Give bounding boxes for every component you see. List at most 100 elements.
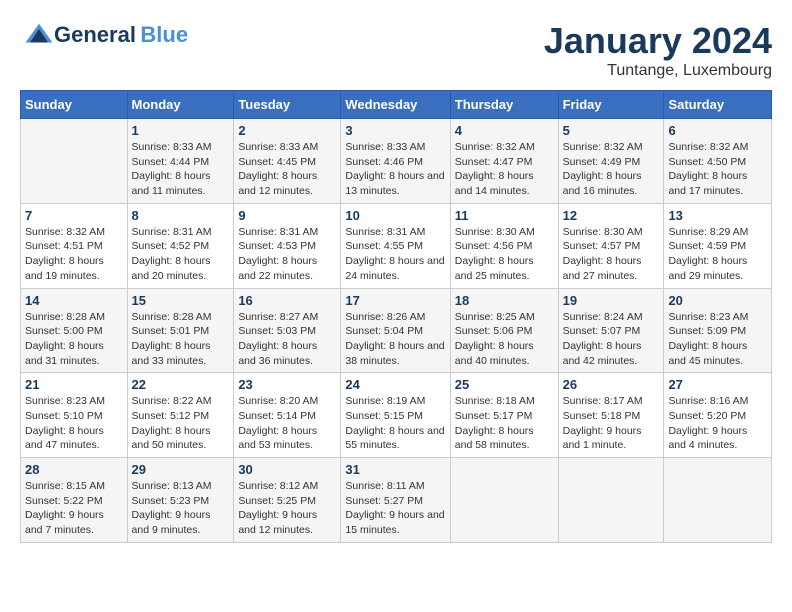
day-info: Sunrise: 8:12 AMSunset: 5:25 PMDaylight:…	[238, 479, 336, 538]
col-wednesday: Wednesday	[341, 91, 450, 119]
logo-icon	[24, 20, 54, 50]
day-number: 15	[132, 293, 230, 308]
day-info: Sunrise: 8:22 AMSunset: 5:12 PMDaylight:…	[132, 394, 230, 453]
day-number: 29	[132, 462, 230, 477]
logo: General Blue	[20, 20, 188, 50]
col-sunday: Sunday	[21, 91, 128, 119]
day-number: 1	[132, 123, 230, 138]
day-info: Sunrise: 8:31 AMSunset: 4:55 PMDaylight:…	[345, 225, 445, 284]
col-monday: Monday	[127, 91, 234, 119]
calendar-cell: 6 Sunrise: 8:32 AMSunset: 4:50 PMDayligh…	[664, 119, 772, 204]
calendar-cell: 25 Sunrise: 8:18 AMSunset: 5:17 PMDaylig…	[450, 373, 558, 458]
day-info: Sunrise: 8:32 AMSunset: 4:50 PMDaylight:…	[668, 140, 767, 199]
calendar-cell: 1 Sunrise: 8:33 AMSunset: 4:44 PMDayligh…	[127, 119, 234, 204]
calendar-cell: 19 Sunrise: 8:24 AMSunset: 5:07 PMDaylig…	[558, 288, 664, 373]
day-number: 28	[25, 462, 123, 477]
calendar-cell: 26 Sunrise: 8:17 AMSunset: 5:18 PMDaylig…	[558, 373, 664, 458]
day-info: Sunrise: 8:18 AMSunset: 5:17 PMDaylight:…	[455, 394, 554, 453]
calendar-cell: 17 Sunrise: 8:26 AMSunset: 5:04 PMDaylig…	[341, 288, 450, 373]
calendar-cell: 5 Sunrise: 8:32 AMSunset: 4:49 PMDayligh…	[558, 119, 664, 204]
day-number: 11	[455, 208, 554, 223]
calendar-cell: 7 Sunrise: 8:32 AMSunset: 4:51 PMDayligh…	[21, 203, 128, 288]
col-saturday: Saturday	[664, 91, 772, 119]
location: Tuntange, Luxembourg	[544, 62, 772, 80]
day-number: 5	[563, 123, 660, 138]
day-number: 12	[563, 208, 660, 223]
day-info: Sunrise: 8:28 AMSunset: 5:00 PMDaylight:…	[25, 310, 123, 369]
day-number: 10	[345, 208, 445, 223]
day-info: Sunrise: 8:30 AMSunset: 4:57 PMDaylight:…	[563, 225, 660, 284]
day-number: 16	[238, 293, 336, 308]
day-info: Sunrise: 8:17 AMSunset: 5:18 PMDaylight:…	[563, 394, 660, 453]
calendar-cell	[664, 458, 772, 543]
day-info: Sunrise: 8:15 AMSunset: 5:22 PMDaylight:…	[25, 479, 123, 538]
calendar-cell: 2 Sunrise: 8:33 AMSunset: 4:45 PMDayligh…	[234, 119, 341, 204]
week-row-5: 28 Sunrise: 8:15 AMSunset: 5:22 PMDaylig…	[21, 458, 772, 543]
day-number: 6	[668, 123, 767, 138]
col-friday: Friday	[558, 91, 664, 119]
calendar-cell: 30 Sunrise: 8:12 AMSunset: 5:25 PMDaylig…	[234, 458, 341, 543]
day-number: 17	[345, 293, 445, 308]
day-info: Sunrise: 8:30 AMSunset: 4:56 PMDaylight:…	[455, 225, 554, 284]
day-number: 8	[132, 208, 230, 223]
day-number: 27	[668, 377, 767, 392]
day-number: 4	[455, 123, 554, 138]
day-info: Sunrise: 8:33 AMSunset: 4:44 PMDaylight:…	[132, 140, 230, 199]
calendar-cell: 16 Sunrise: 8:27 AMSunset: 5:03 PMDaylig…	[234, 288, 341, 373]
day-number: 31	[345, 462, 445, 477]
calendar-cell: 29 Sunrise: 8:13 AMSunset: 5:23 PMDaylig…	[127, 458, 234, 543]
calendar-cell: 23 Sunrise: 8:20 AMSunset: 5:14 PMDaylig…	[234, 373, 341, 458]
day-info: Sunrise: 8:32 AMSunset: 4:47 PMDaylight:…	[455, 140, 554, 199]
logo-general: General	[54, 22, 136, 47]
day-info: Sunrise: 8:25 AMSunset: 5:06 PMDaylight:…	[455, 310, 554, 369]
day-info: Sunrise: 8:26 AMSunset: 5:04 PMDaylight:…	[345, 310, 445, 369]
week-row-1: 1 Sunrise: 8:33 AMSunset: 4:44 PMDayligh…	[21, 119, 772, 204]
calendar-cell: 18 Sunrise: 8:25 AMSunset: 5:06 PMDaylig…	[450, 288, 558, 373]
calendar-cell: 14 Sunrise: 8:28 AMSunset: 5:00 PMDaylig…	[21, 288, 128, 373]
day-info: Sunrise: 8:23 AMSunset: 5:09 PMDaylight:…	[668, 310, 767, 369]
col-tuesday: Tuesday	[234, 91, 341, 119]
day-info: Sunrise: 8:28 AMSunset: 5:01 PMDaylight:…	[132, 310, 230, 369]
day-info: Sunrise: 8:29 AMSunset: 4:59 PMDaylight:…	[668, 225, 767, 284]
day-number: 2	[238, 123, 336, 138]
title-block: January 2024 Tuntange, Luxembourg	[544, 20, 772, 80]
calendar-cell: 9 Sunrise: 8:31 AMSunset: 4:53 PMDayligh…	[234, 203, 341, 288]
day-info: Sunrise: 8:31 AMSunset: 4:53 PMDaylight:…	[238, 225, 336, 284]
header-row: Sunday Monday Tuesday Wednesday Thursday…	[21, 91, 772, 119]
day-info: Sunrise: 8:24 AMSunset: 5:07 PMDaylight:…	[563, 310, 660, 369]
day-number: 21	[25, 377, 123, 392]
day-info: Sunrise: 8:13 AMSunset: 5:23 PMDaylight:…	[132, 479, 230, 538]
day-info: Sunrise: 8:20 AMSunset: 5:14 PMDaylight:…	[238, 394, 336, 453]
calendar-cell: 31 Sunrise: 8:11 AMSunset: 5:27 PMDaylig…	[341, 458, 450, 543]
calendar-cell	[558, 458, 664, 543]
day-number: 24	[345, 377, 445, 392]
logo-blue: Blue	[140, 22, 188, 47]
calendar-cell: 28 Sunrise: 8:15 AMSunset: 5:22 PMDaylig…	[21, 458, 128, 543]
day-number: 19	[563, 293, 660, 308]
day-number: 26	[563, 377, 660, 392]
day-info: Sunrise: 8:27 AMSunset: 5:03 PMDaylight:…	[238, 310, 336, 369]
day-info: Sunrise: 8:23 AMSunset: 5:10 PMDaylight:…	[25, 394, 123, 453]
calendar-cell: 4 Sunrise: 8:32 AMSunset: 4:47 PMDayligh…	[450, 119, 558, 204]
day-number: 7	[25, 208, 123, 223]
day-number: 18	[455, 293, 554, 308]
calendar-cell: 10 Sunrise: 8:31 AMSunset: 4:55 PMDaylig…	[341, 203, 450, 288]
calendar-cell: 13 Sunrise: 8:29 AMSunset: 4:59 PMDaylig…	[664, 203, 772, 288]
calendar-cell: 3 Sunrise: 8:33 AMSunset: 4:46 PMDayligh…	[341, 119, 450, 204]
calendar-cell: 20 Sunrise: 8:23 AMSunset: 5:09 PMDaylig…	[664, 288, 772, 373]
calendar-cell: 22 Sunrise: 8:22 AMSunset: 5:12 PMDaylig…	[127, 373, 234, 458]
day-number: 13	[668, 208, 767, 223]
day-number: 22	[132, 377, 230, 392]
calendar-cell: 27 Sunrise: 8:16 AMSunset: 5:20 PMDaylig…	[664, 373, 772, 458]
day-info: Sunrise: 8:31 AMSunset: 4:52 PMDaylight:…	[132, 225, 230, 284]
month-title: January 2024	[544, 20, 772, 62]
week-row-2: 7 Sunrise: 8:32 AMSunset: 4:51 PMDayligh…	[21, 203, 772, 288]
calendar-cell	[21, 119, 128, 204]
calendar-cell	[450, 458, 558, 543]
day-number: 3	[345, 123, 445, 138]
day-number: 23	[238, 377, 336, 392]
day-info: Sunrise: 8:33 AMSunset: 4:46 PMDaylight:…	[345, 140, 445, 199]
calendar-cell: 8 Sunrise: 8:31 AMSunset: 4:52 PMDayligh…	[127, 203, 234, 288]
day-number: 9	[238, 208, 336, 223]
calendar-cell: 24 Sunrise: 8:19 AMSunset: 5:15 PMDaylig…	[341, 373, 450, 458]
